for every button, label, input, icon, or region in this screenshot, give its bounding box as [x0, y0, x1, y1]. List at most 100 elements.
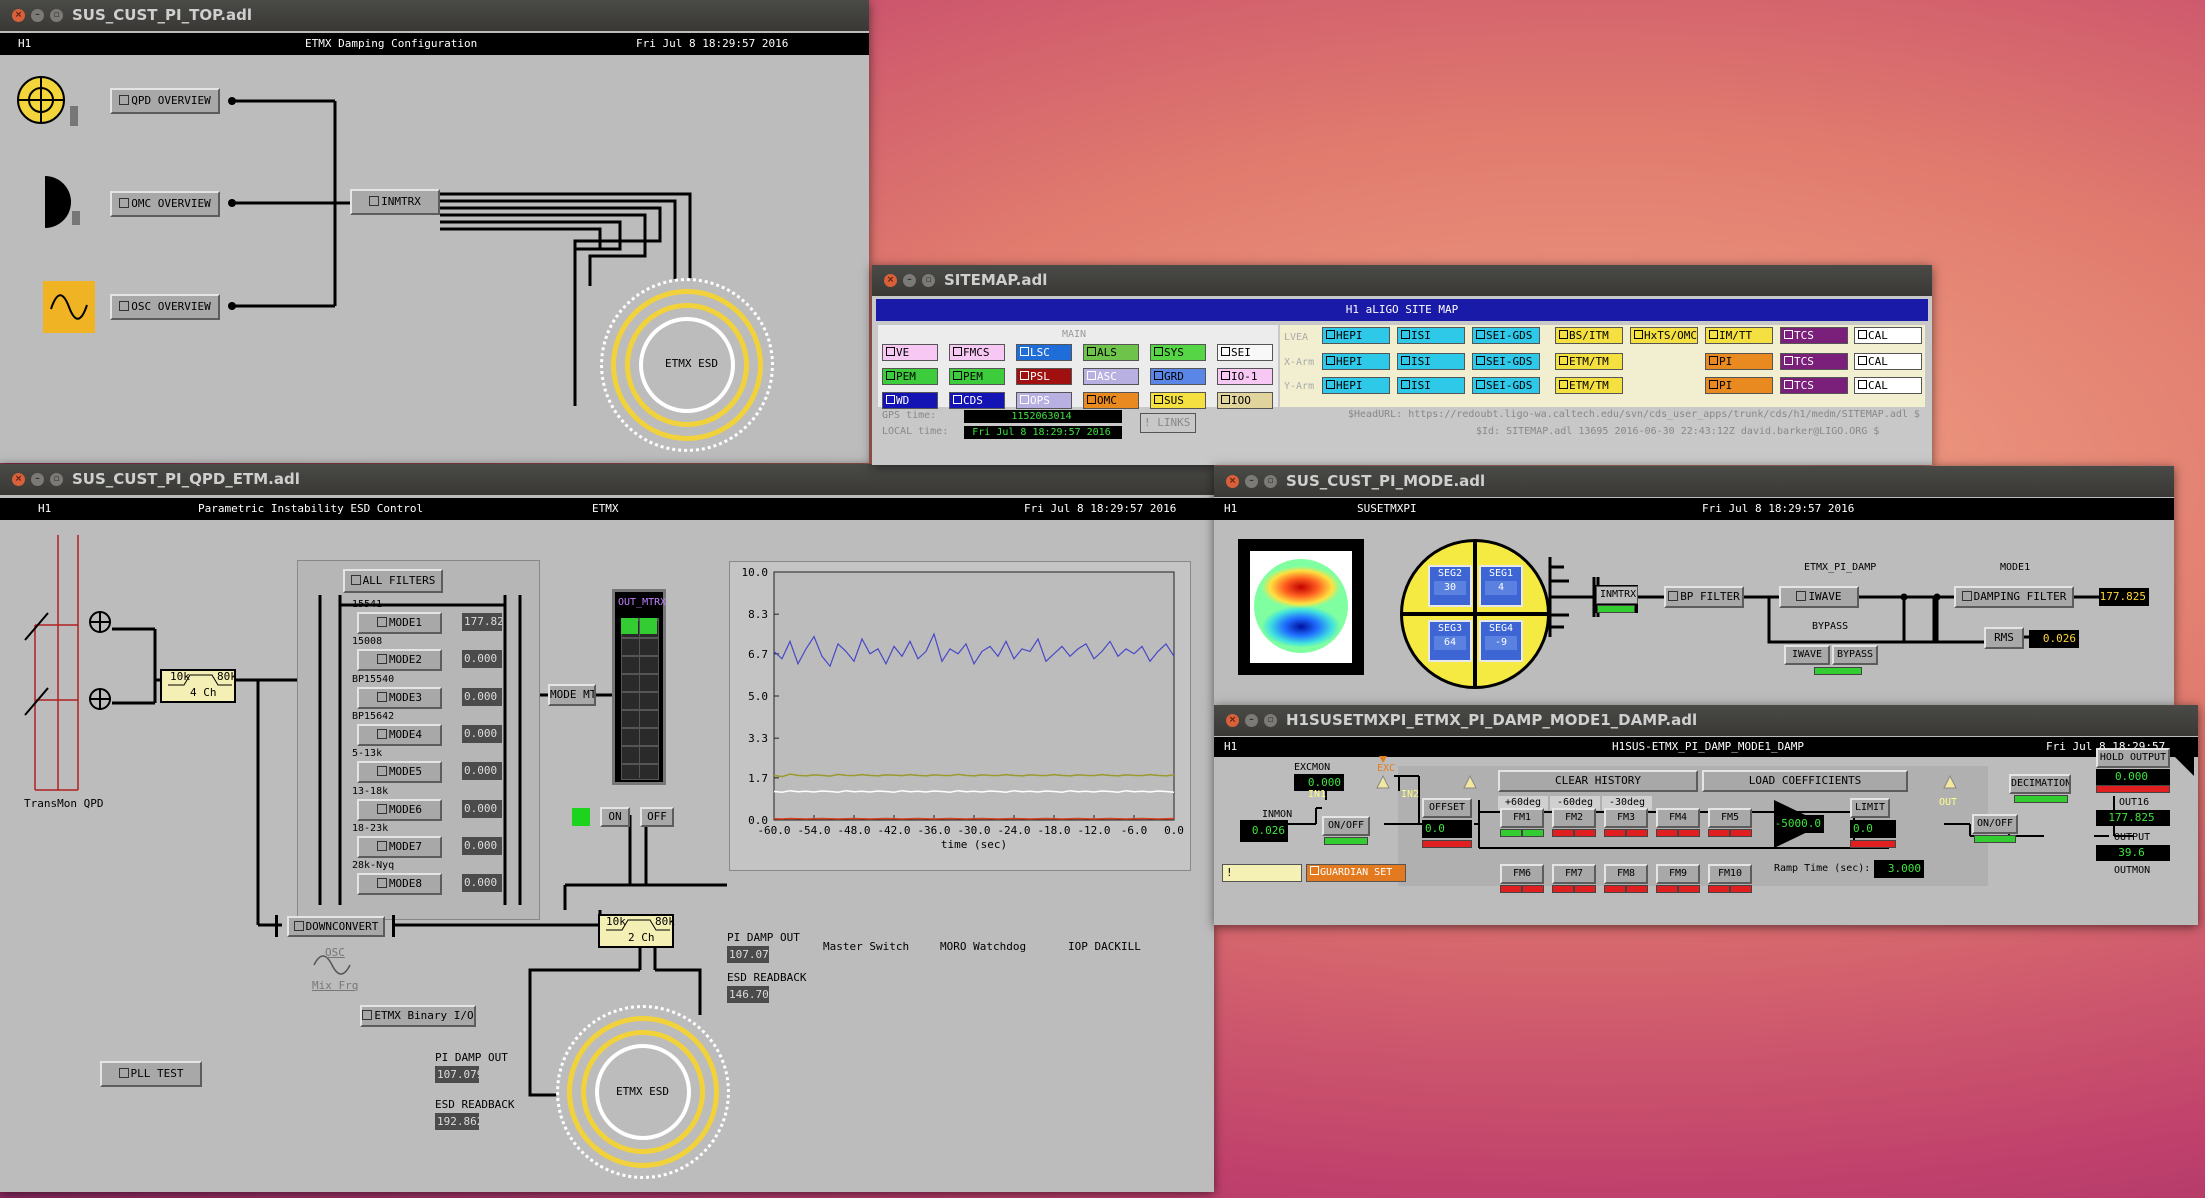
- yarm-button-isi[interactable]: ISI: [1397, 377, 1465, 394]
- xarm-button-hepi[interactable]: HEPI: [1322, 353, 1390, 370]
- sitemap-button-omc[interactable]: OMC: [1083, 392, 1139, 409]
- all-filters-button[interactable]: ALL FILTERS: [343, 569, 443, 593]
- mode-button[interactable]: MODE6: [357, 798, 442, 821]
- mode-matrix-button[interactable]: MODE MT: [548, 684, 596, 706]
- window-titlebar[interactable]: × – ▫ SUS_CUST_PI_QPD_ETM.adl: [0, 464, 1214, 495]
- filter-module-button[interactable]: FM1: [1500, 808, 1544, 828]
- mode-button[interactable]: MODE4: [357, 723, 442, 746]
- xarm-button-isi[interactable]: ISI: [1397, 353, 1465, 370]
- xarm-button-pi[interactable]: PI: [1705, 353, 1773, 370]
- xarm-button-etm-tm[interactable]: ETM/TM: [1555, 353, 1623, 370]
- omc-overview-button[interactable]: OMC OVERVIEW: [110, 191, 220, 217]
- maximize-icon[interactable]: ▫: [1264, 475, 1277, 488]
- filter-module-button[interactable]: FM3: [1604, 808, 1648, 828]
- iwave-button[interactable]: IWAVE: [1779, 586, 1859, 608]
- lvea-button-hxts-omc[interactable]: HxTS/OMC: [1630, 327, 1698, 344]
- yarm-button-tcs[interactable]: TCS: [1780, 377, 1848, 394]
- xarm-button-sei-gds[interactable]: SEI-GDS: [1472, 353, 1540, 370]
- lvea-button-sei-gds[interactable]: SEI-GDS: [1472, 327, 1540, 344]
- window-titlebar[interactable]: × – ▫ SITEMAP.adl: [872, 265, 1932, 296]
- mode-button[interactable]: MODE8: [357, 873, 442, 896]
- load-coefficients-button[interactable]: LOAD COEFFICIENTS: [1702, 770, 1908, 792]
- sitemap-button-sei[interactable]: SEI: [1217, 344, 1273, 361]
- yarm-button-pi[interactable]: PI: [1705, 377, 1773, 394]
- filter-module-button[interactable]: FM9: [1656, 864, 1700, 884]
- minimize-icon[interactable]: –: [1245, 475, 1258, 488]
- sitemap-button-fmcs[interactable]: FMCS: [949, 344, 1005, 361]
- bypass-toggle-button[interactable]: BYPASS: [1832, 645, 1878, 665]
- hold-output-button[interactable]: HOLD OUTPUT: [2096, 748, 2170, 768]
- inmtrx-button[interactable]: INMTRX: [1596, 586, 1638, 604]
- yarm-button-sei-gds[interactable]: SEI-GDS: [1472, 377, 1540, 394]
- window-titlebar[interactable]: × – ▫ SUS_CUST_PI_MODE.adl: [1214, 466, 2174, 497]
- offset-button[interactable]: OFFSET: [1422, 798, 1472, 818]
- bp-filter-button[interactable]: BP FILTER: [1664, 586, 1744, 608]
- filter-module-button[interactable]: FM6: [1500, 864, 1544, 884]
- mode-button[interactable]: MODE5: [357, 761, 442, 784]
- sitemap-button-ops[interactable]: OPS: [1016, 392, 1072, 409]
- filter-module-button[interactable]: FM2: [1552, 808, 1596, 828]
- out-matrix-on-button[interactable]: ON: [600, 807, 630, 827]
- mode-button[interactable]: MODE1: [357, 612, 442, 634]
- lvea-button-cal[interactable]: CAL: [1854, 327, 1922, 344]
- sitemap-button-asc[interactable]: ASC: [1083, 368, 1139, 385]
- mode-button[interactable]: MODE3: [357, 686, 442, 709]
- xarm-button-tcs[interactable]: TCS: [1780, 353, 1848, 370]
- minimize-icon[interactable]: –: [1245, 714, 1258, 727]
- osc-overview-button[interactable]: OSC OVERVIEW: [110, 294, 220, 320]
- downconvert-button[interactable]: DOWNCONVERT: [287, 916, 385, 937]
- qpd-segment[interactable]: SEG2 30: [1428, 565, 1472, 607]
- alert-button[interactable]: !: [1222, 864, 1302, 882]
- sitemap-button-pem[interactable]: PEM: [949, 368, 1005, 385]
- sitemap-button-psl[interactable]: PSL: [1016, 368, 1072, 385]
- sitemap-button-als[interactable]: ALS: [1083, 344, 1139, 361]
- close-icon[interactable]: ×: [12, 9, 25, 22]
- qpd-segment[interactable]: SEG1 4: [1479, 565, 1523, 607]
- lvea-button-im-tt[interactable]: IM/TT: [1705, 327, 1773, 344]
- mode-button[interactable]: MODE7: [357, 835, 442, 858]
- close-icon[interactable]: ×: [884, 274, 897, 287]
- decimation-button[interactable]: DECIMATION: [2009, 774, 2071, 794]
- sitemap-button-pem[interactable]: PEM: [882, 368, 938, 385]
- links-button[interactable]: ! LINKS: [1140, 413, 1196, 433]
- close-icon[interactable]: ×: [1226, 475, 1239, 488]
- lvea-button-bs-itm[interactable]: BS/ITM: [1555, 327, 1623, 344]
- filter-module-button[interactable]: FM10: [1708, 864, 1752, 884]
- filter-module-button[interactable]: FM7: [1552, 864, 1596, 884]
- input-onoff-button[interactable]: ON/OFF: [1322, 816, 1370, 836]
- mode-button[interactable]: MODE2: [357, 649, 442, 672]
- qpd-segment[interactable]: SEG4 -9: [1479, 620, 1523, 662]
- sitemap-button-lsc[interactable]: LSC: [1016, 344, 1072, 361]
- iwave-toggle-button[interactable]: IWAVE: [1784, 645, 1830, 665]
- sitemap-button-ioo[interactable]: IOO: [1217, 392, 1273, 409]
- sitemap-button-grd[interactable]: GRD: [1150, 368, 1206, 385]
- sitemap-button-sus[interactable]: SUS: [1150, 392, 1206, 409]
- maximize-icon[interactable]: ▫: [50, 9, 63, 22]
- minimize-icon[interactable]: –: [903, 274, 916, 287]
- filter-module-button[interactable]: FM5: [1708, 808, 1752, 828]
- maximize-icon[interactable]: ▫: [50, 473, 63, 486]
- damping-filter-button[interactable]: DAMPING FILTER: [1954, 586, 2074, 608]
- sitemap-button-io-1[interactable]: IO-1: [1217, 368, 1273, 385]
- filter-module-button[interactable]: FM4: [1656, 808, 1700, 828]
- maximize-icon[interactable]: ▫: [1264, 714, 1277, 727]
- sitemap-button-wd[interactable]: WD: [882, 392, 938, 409]
- close-icon[interactable]: ×: [1226, 714, 1239, 727]
- out-matrix-off-button[interactable]: OFF: [640, 807, 674, 827]
- inmtrx-button[interactable]: INMTRX: [350, 189, 440, 215]
- xarm-button-cal[interactable]: CAL: [1854, 353, 1922, 370]
- close-icon[interactable]: ×: [12, 473, 25, 486]
- minimize-icon[interactable]: –: [31, 473, 44, 486]
- binary-io-button[interactable]: ETMX Binary I/O: [360, 1005, 476, 1027]
- yarm-button-cal[interactable]: CAL: [1854, 377, 1922, 394]
- lvea-button-isi[interactable]: ISI: [1397, 327, 1465, 344]
- filter-module-button[interactable]: FM8: [1604, 864, 1648, 884]
- lvea-button-hepi[interactable]: HEPI: [1322, 327, 1390, 344]
- lvea-button-tcs[interactable]: TCS: [1780, 327, 1848, 344]
- qpd-segment[interactable]: SEG3 64: [1428, 620, 1472, 662]
- rms-button[interactable]: RMS: [1984, 627, 2024, 649]
- sitemap-button-ve[interactable]: VE: [882, 344, 938, 361]
- sitemap-button-sys[interactable]: SYS: [1150, 344, 1206, 361]
- maximize-icon[interactable]: ▫: [922, 274, 935, 287]
- output-onoff-button[interactable]: ON/OFF: [1972, 814, 2018, 834]
